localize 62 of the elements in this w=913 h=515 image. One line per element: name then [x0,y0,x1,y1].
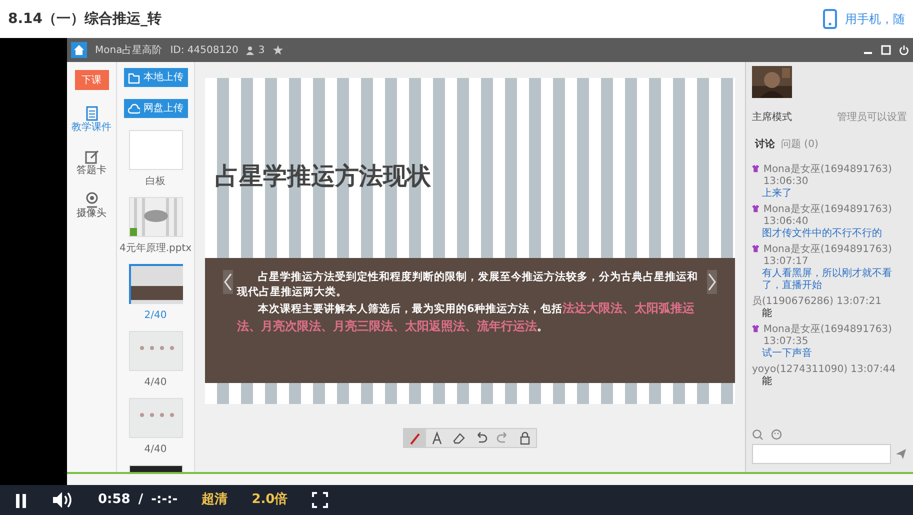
thumbnail-label: 2/40 [144,309,167,323]
volume-icon[interactable] [52,491,74,509]
shirt-icon [752,324,760,333]
message-sender: Mona是女巫(1694891763) 13:07:17 [763,244,893,268]
message-sender: Mona是女巫(1694891763) 13:06:40 [763,204,893,228]
chat-input[interactable] [752,444,891,464]
message-text: 上来了 [761,188,793,200]
fullscreen-icon[interactable] [312,492,328,508]
shirt-icon [752,164,760,173]
document-icon [84,106,100,122]
power-icon[interactable] [899,45,909,55]
slide-thumbnail[interactable] [128,264,182,304]
slide-paragraph: 本次课程主要讲解本人筛选后，最为实用的6种推运方法，包括法达大限法、太阳弧推运法、月亮次限法、月亮三限法、太阳返照法、流年行运法。 [237,300,696,335]
emoji-icon[interactable] [771,429,782,440]
cloud-icon [128,102,140,114]
app-title: Mona占星高阶 [95,44,162,58]
thumbnail-label: 4/40 [144,376,167,390]
nav-item[interactable]: 答题卡 [76,149,106,176]
panel-tab[interactable]: 讨论 [752,137,778,152]
message-text: 图才传文件中的不行不行的 [761,228,883,240]
duration: -:-:- [151,491,178,510]
chevron-left-icon [223,273,233,291]
message-text: 试一下声音 [761,348,813,360]
mode-note: 管理员可以设置 [837,110,907,125]
pen-tool[interactable] [404,429,426,447]
member-count: 3 [258,44,265,58]
webcam-icon [84,192,100,208]
chevron-right-icon [707,273,717,291]
current-time: 0:58 [98,491,130,510]
home-icon[interactable] [71,42,87,58]
previous-button[interactable] [223,270,233,294]
message-text: 能 [761,308,773,320]
edit-icon [84,149,100,165]
pause-icon [14,492,28,509]
thumbnail-label: 白板 [146,174,166,189]
room-id: ID: 44508120 [170,44,238,58]
message-sender: 员(1190676286) 13:07:21 [752,296,882,308]
message-sender: Mona是女巫(1694891763) 13:06:30 [763,164,893,188]
thumbnail-label: 4/40 [144,443,167,457]
page-title: 8.14（一）综合推运_转 [8,10,162,28]
slide-title: 占星学推运方法现状 [214,161,432,192]
quality-button[interactable]: 超清 [202,490,228,510]
search-icon[interactable] [752,429,763,440]
time-separator: / [138,491,144,510]
shirt-icon [752,244,760,253]
message-text: 有人看黑屏，所以刚才就不看了，直播开始 [761,268,893,292]
nav-item[interactable]: 摄像头 [76,192,106,219]
next-button[interactable] [707,270,717,294]
message-sender: yoyo(1274311090) 13:07:44 [752,364,896,376]
phone-icon [823,9,837,29]
message-text: 能 [761,376,773,388]
person-icon [246,46,254,54]
nav-item[interactable]: 教学课件 [72,106,112,133]
message-sender: Mona是女巫(1694891763) 13:07:35 [763,324,893,348]
slide-paragraph: 占星学推运方法受到定性和程度判断的限制，发展至今推运方法较多，分为古典占星推运和现代占星推运两大类。 [237,270,699,300]
speed-button[interactable]: 2.0倍 [252,490,288,510]
thumbnail-label: 4元年原理.pptx [119,242,192,256]
folder-icon [128,72,140,84]
maximize-icon[interactable] [881,45,891,55]
mode-dropdown[interactable]: 主席模式 [752,110,792,125]
shirt-icon [752,204,760,213]
star-icon[interactable] [272,45,283,55]
